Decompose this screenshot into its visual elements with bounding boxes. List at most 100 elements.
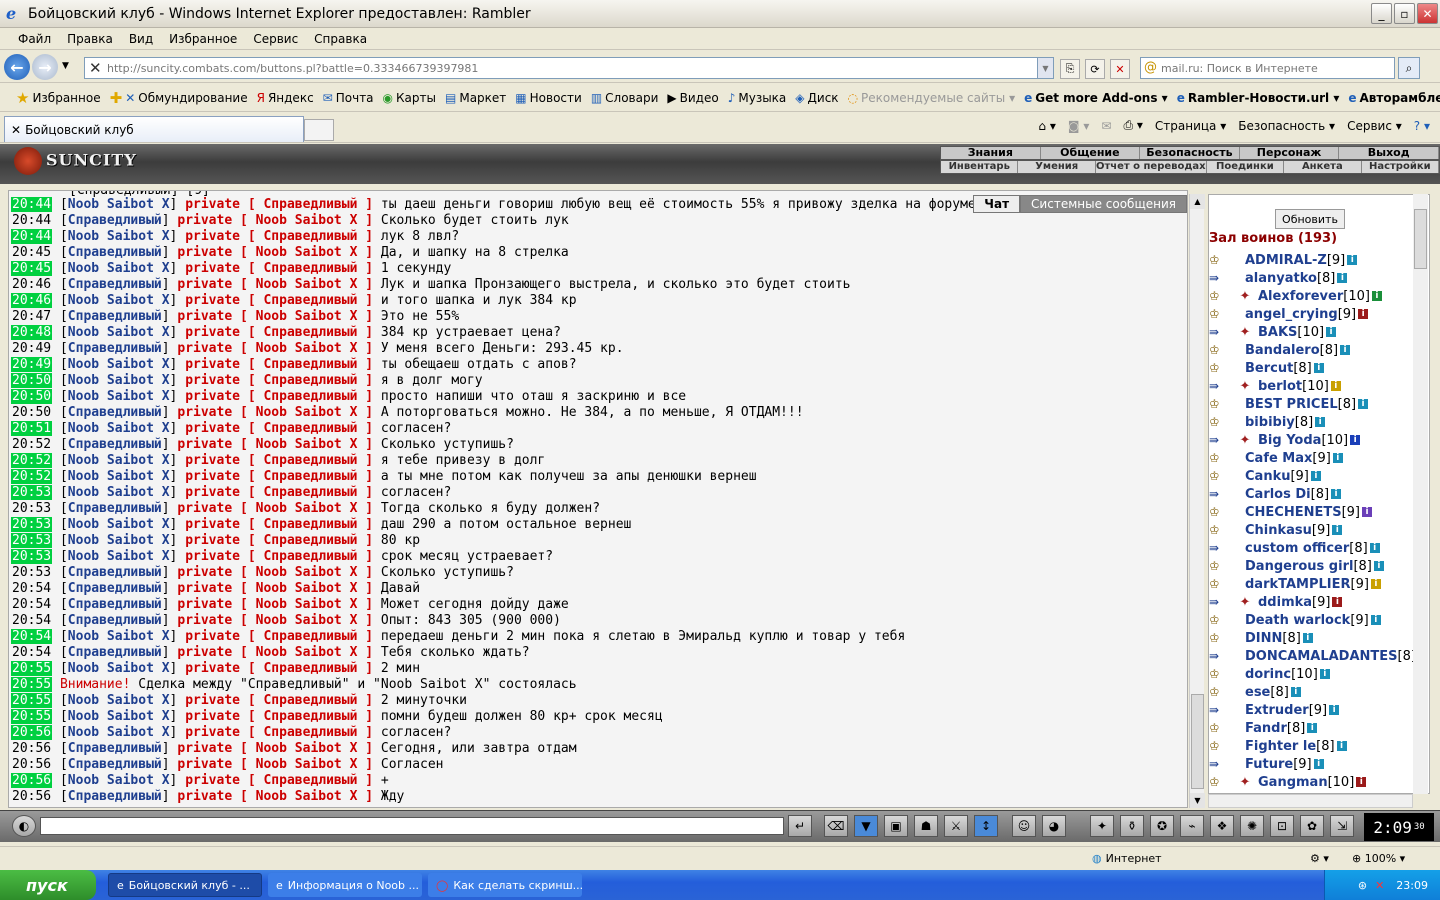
user-row[interactable]: ⇛ Future [9] i	[1209, 755, 1324, 773]
user-row[interactable]: ♔ bibibiy [8] i	[1209, 413, 1326, 431]
private-message-icon[interactable]: ⇛	[1209, 271, 1231, 285]
user-row[interactable]: ⇛ DONCAMALADANTES [8]	[1209, 647, 1416, 665]
fav-equipment[interactable]: ✚ ✕ Обмундирование	[110, 89, 248, 107]
read-mail-icon[interactable]: ✉	[1101, 119, 1111, 133]
message-time[interactable]: 20:47	[11, 309, 52, 324]
private-recipient[interactable]: private [ Справедливый ]	[185, 389, 381, 404]
fav-disk[interactable]: ◈ Диск	[795, 91, 838, 105]
new-tab-button[interactable]	[304, 119, 334, 141]
message-sender[interactable]: [Noob Saibot X]	[60, 485, 185, 500]
private-recipient[interactable]: private [ Справедливый ]	[185, 229, 381, 244]
private-recipient[interactable]: private [ Справедливый ]	[185, 453, 381, 468]
user-name[interactable]: Carlos Di	[1245, 487, 1311, 502]
fav-maps[interactable]: ◉ Карты	[383, 91, 436, 105]
user-info-icon[interactable]: i	[1313, 363, 1324, 373]
user-info-icon[interactable]: i	[1370, 615, 1381, 625]
lock-icon[interactable]: ⊡	[1270, 815, 1294, 837]
page-menu[interactable]: Страница ▾	[1155, 119, 1226, 133]
refresh-button[interactable]: Обновить	[1275, 209, 1345, 229]
user-name[interactable]: berlot	[1258, 379, 1302, 394]
clan-icon[interactable]: ✦	[1235, 379, 1255, 394]
private-message-icon[interactable]: ♔	[1209, 613, 1231, 627]
message-time[interactable]: 20:54	[11, 629, 53, 644]
message-sender[interactable]: [Noob Saibot X]	[60, 725, 185, 740]
message-sender[interactable]: [Noob Saibot X]	[60, 357, 185, 372]
scroll-thumb[interactable]	[1191, 694, 1204, 789]
fighter-icon[interactable]: ☗	[914, 815, 938, 837]
game-menu-settings[interactable]: Настройки	[1362, 161, 1440, 173]
tab-active[interactable]: ✕ Бойцовский клуб	[4, 116, 304, 142]
private-recipient[interactable]: private [ Справедливый ]	[185, 517, 381, 532]
message-sender[interactable]: [Noob Saibot X]	[60, 197, 185, 212]
user-info-icon[interactable]: i	[1331, 489, 1342, 499]
user-name[interactable]: dorinc	[1245, 667, 1291, 682]
private-recipient[interactable]: private [ Noob Saibot X ]	[177, 213, 381, 228]
game-menu-communication[interactable]: Общение	[1041, 147, 1141, 159]
message-sender[interactable]: [Noob Saibot X]	[60, 773, 185, 788]
message-sender[interactable]: [Справедливый]	[60, 213, 177, 228]
message-time[interactable]: 20:44	[11, 229, 53, 244]
user-row[interactable]: ♔ ✦ Alexforever [10] i	[1209, 287, 1382, 305]
clan-icon[interactable]: ✦	[1235, 289, 1255, 304]
message-time[interactable]: 20:53	[11, 501, 52, 516]
fav-rambler-news[interactable]: e Rambler-Новости.url ▾	[1177, 91, 1340, 105]
private-recipient[interactable]: private [ Noob Saibot X ]	[177, 245, 381, 260]
mask-icon[interactable]: ◕	[1042, 815, 1066, 837]
message-time[interactable]: 20:56	[11, 757, 52, 772]
user-row[interactable]: ⇛ ✦ BAKS [10] i	[1209, 323, 1337, 341]
user-name[interactable]: Bandalero	[1245, 343, 1320, 358]
message-time[interactable]: 20:55	[11, 661, 53, 676]
message-sender[interactable]: [Справедливый]	[60, 341, 177, 356]
user-row[interactable]: ♔ Cafe Max [9] i	[1209, 449, 1343, 467]
message-time[interactable]: 20:50	[11, 373, 53, 388]
message-sender[interactable]: [Справедливый]	[60, 741, 177, 756]
user-row[interactable]: ♔ Fandr [8] i	[1209, 719, 1318, 737]
message-time[interactable]: 20:55	[11, 709, 53, 724]
private-message-icon[interactable]: ♔	[1209, 577, 1231, 591]
private-message-icon[interactable]: ♔	[1209, 397, 1231, 411]
scroll-thumb[interactable]	[1414, 209, 1427, 269]
protected-mode-icon[interactable]: ⚙ ▾	[1310, 852, 1329, 865]
tab-system-messages[interactable]: Системные сообщения	[1020, 195, 1187, 213]
user-name[interactable]: Big Yoda	[1258, 433, 1321, 448]
user-row[interactable]: ♔ Death warlock [9] i	[1209, 611, 1381, 629]
address-dropdown-icon[interactable]: ▼	[1037, 58, 1053, 78]
private-message-icon[interactable]: ⇛	[1209, 487, 1231, 501]
user-info-icon[interactable]: i	[1315, 417, 1326, 427]
close-button[interactable]: ✕	[1417, 3, 1438, 24]
message-time[interactable]: 20:55	[11, 677, 53, 692]
user-name[interactable]: custom officer	[1245, 541, 1349, 556]
user-info-icon[interactable]: i	[1347, 255, 1358, 265]
game-menu-security[interactable]: Безопасность	[1140, 147, 1240, 159]
user-info-icon[interactable]: i	[1362, 507, 1373, 517]
private-message-icon[interactable]: ⇛	[1209, 379, 1231, 393]
user-name[interactable]: Fighter le	[1245, 739, 1316, 754]
user-name[interactable]: BEST PRICEL	[1245, 397, 1338, 412]
private-recipient[interactable]: private [ Noob Saibot X ]	[177, 565, 381, 580]
back-button[interactable]: ←	[4, 54, 30, 80]
message-sender[interactable]: [Справедливый]	[60, 405, 177, 420]
user-info-icon[interactable]: i	[1332, 453, 1343, 463]
users-hscrollbar[interactable]	[1208, 794, 1413, 808]
private-recipient[interactable]: private [ Справедливый ]	[185, 725, 381, 740]
user-name[interactable]: Cafe Max	[1245, 451, 1312, 466]
private-message-icon[interactable]: ♔	[1209, 685, 1231, 699]
help-icon[interactable]: ? ▾	[1414, 119, 1430, 133]
private-recipient[interactable]: private [ Noob Saibot X ]	[177, 645, 381, 660]
private-recipient[interactable]: private [ Noob Saibot X ]	[177, 613, 381, 628]
chat-scrollbar[interactable]: ▲ ▼	[1189, 194, 1205, 808]
menu-edit[interactable]: Правка	[59, 32, 121, 46]
fav-autorambler[interactable]: eАвторамблер ▾	[1348, 91, 1440, 105]
user-row[interactable]: ♔ Fighter le [8] i	[1209, 737, 1347, 755]
private-recipient[interactable]: private [ Справедливый ]	[185, 549, 381, 564]
message-time[interactable]: 20:46	[11, 277, 52, 292]
message-time[interactable]: 20:49	[11, 357, 53, 372]
message-time[interactable]: 20:45	[11, 261, 53, 276]
private-recipient[interactable]: private [ Справедливый ]	[185, 469, 381, 484]
user-info-icon[interactable]: i	[1337, 273, 1348, 283]
rune-icon-1[interactable]: ✦	[1090, 815, 1114, 837]
private-message-icon[interactable]: ♔	[1209, 451, 1231, 465]
private-message-icon[interactable]: ♔	[1209, 469, 1231, 483]
message-time[interactable]: 20:53	[11, 549, 53, 564]
private-recipient[interactable]: private [ Noob Saibot X ]	[177, 501, 381, 516]
